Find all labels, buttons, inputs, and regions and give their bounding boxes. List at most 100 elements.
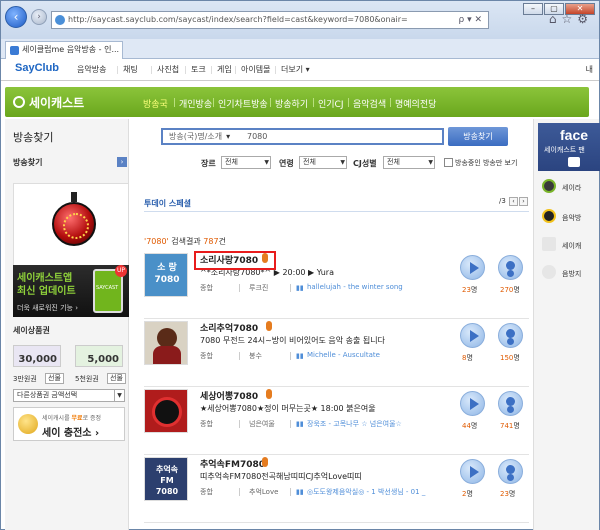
fan-unit: 명 <box>508 490 516 498</box>
play-button[interactable] <box>460 391 485 416</box>
station-thumbnail[interactable]: 추억속 FM 7080 <box>144 457 188 501</box>
station-title[interactable]: 세상어뽕7080 <box>200 389 258 402</box>
sayclub-menu-game[interactable]: 게임 <box>211 64 232 75</box>
sayclub-menu-talk[interactable]: 토크 <box>185 64 206 75</box>
result-mid: 검색결과 <box>168 237 204 246</box>
saycast-logo[interactable]: 세이캐스트 <box>29 94 84 111</box>
station-cj[interactable]: 루크진 <box>249 283 268 293</box>
right-item-guide[interactable]: 음방지 <box>562 269 581 279</box>
station-desc: ★세상어뽕7080★정이 머무는곳★ 18:00 붉은여울 <box>200 404 376 413</box>
address-controls[interactable]: ρ ▾ ✕ <box>459 12 483 28</box>
now-playing: ◎도도왕제음악실◎ - 1 박선생님 - 01 _ <box>307 488 426 496</box>
age-select[interactable]: 전체 ▼ <box>299 156 347 169</box>
nav-chart[interactable]: 인기차트방송 <box>218 97 268 110</box>
fan-number: 23 <box>500 490 509 498</box>
charge-suffix: 로 증정 <box>82 415 102 422</box>
play-button[interactable] <box>460 459 485 484</box>
search-field-select[interactable]: 방송(국)명/소개 ▾ <box>169 130 230 143</box>
search-input[interactable]: 7080 <box>247 130 267 143</box>
nav-station[interactable]: 방송국 <box>143 97 168 110</box>
fan-button[interactable] <box>498 323 523 348</box>
list-item[interactable]: 소리추억7080 7080 무전드 24시~방이 비어있어도 음악 송출 됩니다… <box>144 317 529 387</box>
title-bar: ‹ › http://saycast.sayclub.com/saycast/i… <box>1 1 599 39</box>
station-thumbnail[interactable]: 소 랑 7080 <box>144 253 188 297</box>
sayclub-menu-music[interactable]: 음악방송 <box>77 64 106 75</box>
nav-separator <box>313 98 314 107</box>
facebook-banner[interactable]: face 세이캐스트 팬 <box>538 123 600 171</box>
sayclub-logo[interactable]: SayClub <box>15 62 59 74</box>
right-item-saycast[interactable]: 세이캐 <box>562 241 581 251</box>
sidebar-arrow-icon[interactable]: › <box>117 157 127 167</box>
sayclub-menu-more[interactable]: 더보기 ▾ <box>275 64 310 75</box>
station-genre: 종합 <box>200 352 213 360</box>
fan-button[interactable] <box>498 459 523 484</box>
mic-icon <box>262 457 268 467</box>
play-button[interactable] <box>460 323 485 348</box>
address-bar[interactable]: http://saycast.sayclub.com/saycast/index… <box>51 11 489 29</box>
sayclub-menu-itemmall[interactable]: 아이템몰 <box>234 64 270 75</box>
gift-amount-select[interactable]: 다른상품권 금액선택 ▼ <box>13 389 125 402</box>
smile-icon <box>542 265 556 279</box>
pager-prev-button[interactable]: ‹ <box>509 197 518 206</box>
gift-button-30000[interactable]: 선물 <box>45 373 64 384</box>
mic-icon <box>266 389 272 399</box>
voucher-5000[interactable]: 5,000 <box>75 345 123 367</box>
nav-popular-cj[interactable]: 인기CJ <box>318 97 344 110</box>
toolbar-icons[interactable]: ⌂☆⚙ <box>549 12 593 26</box>
station-cj[interactable]: 넘은여울 <box>249 419 275 429</box>
pager-next-button[interactable]: › <box>519 197 528 206</box>
onair-checkbox-label[interactable]: 방송중인 방송만 보기 <box>455 158 517 168</box>
cj-gender-select[interactable]: 전체 ▼ <box>383 156 435 169</box>
search-button[interactable]: 방송찾기 <box>448 127 508 146</box>
station-thumbnail[interactable] <box>144 389 188 433</box>
cj-gender-label: CJ성별 <box>353 159 377 168</box>
genre-select[interactable]: 전체 ▼ <box>221 156 271 169</box>
sidebar-item-search[interactable]: 방송찾기 <box>13 157 42 168</box>
browser-tab[interactable]: 세이클럽me 음악방송 - 인... <box>5 41 123 59</box>
result-count: '7080' 검색결과 787건 <box>144 236 226 247</box>
station-cj[interactable]: 봉수 <box>249 351 262 361</box>
saycast-header: 세이캐스트 방송국 개인방송 인기차트방송 방송하기 인기CJ 음악검색 명예의… <box>5 87 589 117</box>
fan-button[interactable] <box>498 391 523 416</box>
highlight-box <box>194 251 276 270</box>
meta-separator <box>290 352 291 360</box>
nav-music-search[interactable]: 음악검색 <box>353 97 386 110</box>
station-title[interactable]: 추억속FM7080 <box>200 457 265 470</box>
station-title[interactable]: 소리추억7080 <box>200 321 258 334</box>
station-thumbnail[interactable] <box>144 321 188 365</box>
back-button[interactable]: ‹ <box>5 6 27 28</box>
sayclub-my-menu[interactable]: 내 <box>586 64 593 75</box>
nav-personal[interactable]: 개인방송 <box>179 97 212 110</box>
gift-button-5000[interactable]: 선물 <box>107 373 126 384</box>
meta-separator <box>239 284 240 292</box>
fan-unit: 명 <box>513 422 520 430</box>
charge-station-banner[interactable]: 세이캐시를 무료로 증정 세이 충전소 › <box>13 407 125 441</box>
forward-button[interactable]: › <box>31 9 47 25</box>
onair-checkbox[interactable] <box>444 158 453 167</box>
sayclub-menu-chat[interactable]: 채팅 <box>117 64 138 75</box>
equalizer-icon: ▮▮ <box>296 352 304 360</box>
up-badge: UP <box>115 265 127 277</box>
nav-broadcast[interactable]: 방송하기 <box>275 97 308 110</box>
listener-count: 2명 <box>462 489 473 499</box>
right-item-radio[interactable]: 세이라 <box>562 183 581 193</box>
minimize-button[interactable]: – <box>523 3 543 15</box>
list-item[interactable]: 세상어뽕7080 ★세상어뽕7080★정이 머무는곳★ 18:00 붉은여울 종… <box>144 385 529 455</box>
sayclub-menu-photo[interactable]: 사진첩 <box>150 64 179 75</box>
search-box[interactable]: 방송(국)명/소개 ▾ 7080 <box>161 128 444 145</box>
facebook-sub: 세이캐스트 팬 <box>544 146 585 154</box>
chevron-down-icon: ▼ <box>428 159 433 166</box>
fan-number: 270 <box>500 286 514 294</box>
list-item[interactable]: 추억속 FM 7080 추억속FM7080 띠추억속FM7080전곡해남띠띠CJ… <box>144 453 529 523</box>
fan-button[interactable] <box>498 255 523 280</box>
voucher-label-5000: 5천원권 <box>75 375 99 383</box>
station-cj[interactable]: 추억Love <box>249 487 278 497</box>
fan-number: 741 <box>500 422 514 430</box>
voucher-30000[interactable]: 30,000 <box>13 345 61 367</box>
right-item-music[interactable]: 음악방 <box>562 213 581 223</box>
app-update-banner[interactable]: 세이캐스트앱 최신 업데이트 더욱 새로워진 기능 › SAYCAST UP <box>13 265 129 317</box>
meta-separator <box>290 284 291 292</box>
nav-hall-of-fame[interactable]: 명예의전당 <box>395 97 436 110</box>
play-button[interactable] <box>460 255 485 280</box>
avatar-body <box>153 346 181 364</box>
